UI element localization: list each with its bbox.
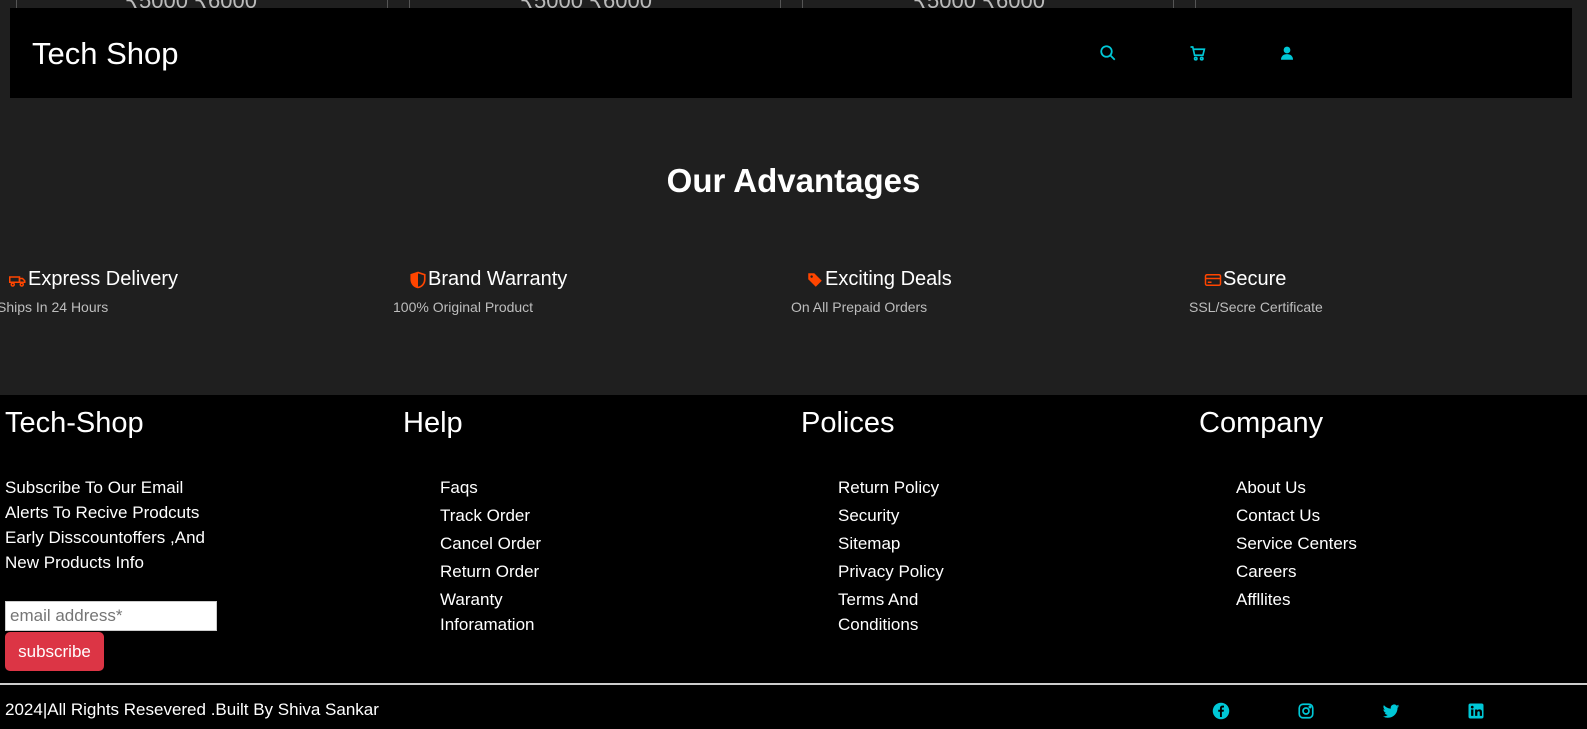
credit-card-icon [1204,273,1222,286]
subscribe-button[interactable]: subscribe [5,632,104,671]
advantage-express-delivery: Express Delivery Ships In 24 Hours [0,268,178,315]
policy-link-return-policy[interactable]: Return Policy [838,475,958,500]
help-link-track-order[interactable]: Track Order [440,503,560,528]
company-title: Company [1199,407,1324,439]
help-link-warranty-information[interactable]: Waranty Inforamation [440,587,560,637]
footer-brand-title: Tech-Shop [5,407,144,439]
help-link-return-order[interactable]: Return Order [440,559,560,584]
copyright-text: 2024|All Rights Resevered .Built By Shiv… [5,700,379,719]
advantage-title: Exciting Deals [825,268,952,290]
advantage-brand-warranty: Brand Warranty 100% Original Product [393,268,567,315]
help-link-faqs[interactable]: Faqs [440,475,560,500]
facebook-icon[interactable] [1212,702,1232,722]
policy-link-privacy-policy[interactable]: Privacy Policy [838,559,958,584]
advantage-title: Secure [1223,268,1287,290]
advantage-title: Brand Warranty [428,268,568,290]
advantages-title: Our Advantages [666,162,921,199]
tag-icon [808,272,822,287]
user-icon[interactable] [1278,44,1300,66]
advantage-subtitle: 100% Original Product [393,299,534,315]
help-link-cancel-order[interactable]: Cancel Order [440,531,560,556]
company-link-service-centers[interactable]: Service Centers [1236,531,1386,556]
company-link-contact-us[interactable]: Contact Us [1236,503,1386,528]
twitter-icon[interactable] [1382,702,1402,722]
footer-divider [0,683,1587,685]
subscribe-text: Subscribe To Our Email Alerts To Recive … [5,478,205,572]
cart-icon[interactable] [1189,44,1211,66]
instagram-icon[interactable] [1297,702,1317,722]
advantage-title: Express Delivery [28,268,179,290]
policy-link-security[interactable]: Security [838,503,958,528]
company-list: About Us Contact Us Service Centers Care… [1236,475,1386,615]
search-icon[interactable] [1099,44,1121,66]
company-link-careers[interactable]: Careers [1236,559,1386,584]
advantage-secure: Secure SSL/Secre Certificate [1189,268,1323,315]
brand-logo[interactable]: Tech Shop [32,36,179,72]
company-link-affiliates[interactable]: Affllites [1236,587,1386,612]
linkedin-icon[interactable] [1467,702,1487,722]
advantage-subtitle: Ships In 24 Hours [0,299,109,315]
shield-icon [410,271,426,288]
advantage-subtitle: On All Prepaid Orders [791,299,928,315]
footer: Tech-Shop Subscribe To Our Email Alerts … [0,395,1587,729]
help-list: Faqs Track Order Cancel Order Return Ord… [440,475,560,640]
truck-icon [9,275,26,287]
advantage-exciting-deals: Exciting Deals On All Prepaid Orders [791,268,952,315]
policy-link-terms-and-conditions[interactable]: Terms And Conditions [838,587,958,637]
company-link-about-us[interactable]: About Us [1236,475,1386,500]
policies-list: Return Policy Security Sitemap Privacy P… [838,475,958,640]
help-title: Help [403,407,463,439]
policies-title: Polices [801,407,895,439]
email-input[interactable] [5,601,217,631]
navbar: Tech Shop [10,8,1572,98]
policy-link-sitemap[interactable]: Sitemap [838,531,958,556]
advantage-subtitle: SSL/Secre Certificate [1189,299,1323,315]
